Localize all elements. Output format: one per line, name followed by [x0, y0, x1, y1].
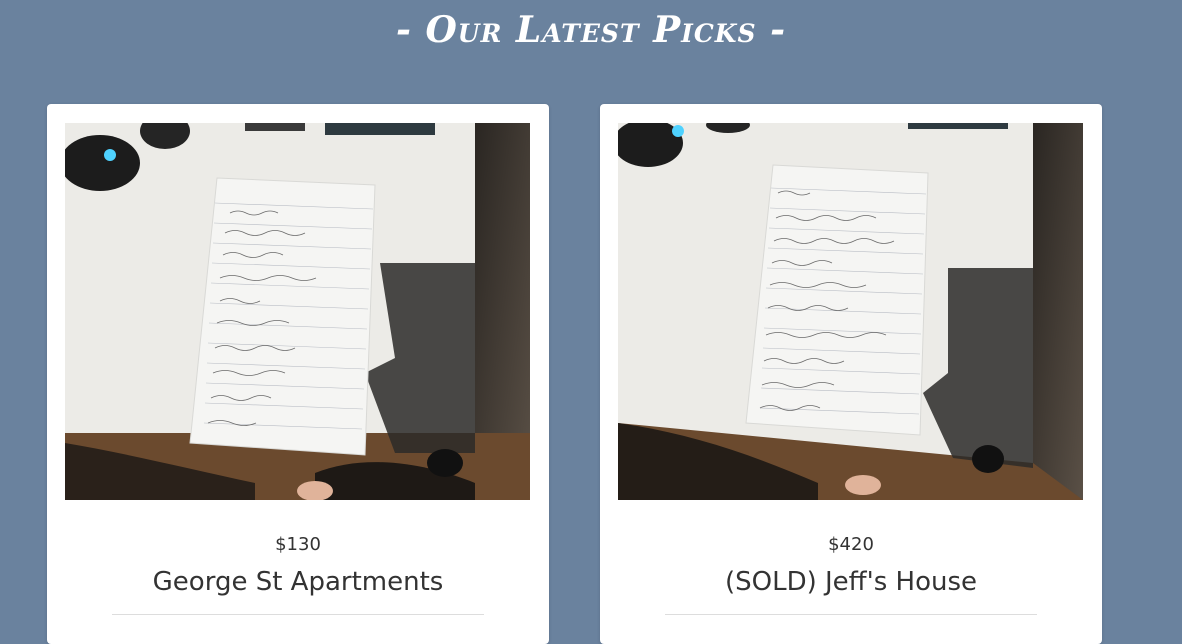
- listing-photo-image: [65, 123, 530, 500]
- listing-card-george-st: $130 George St Apartments: [47, 104, 549, 644]
- listing-price: $130: [275, 534, 321, 555]
- listing-name[interactable]: (SOLD) Jeff's House: [600, 564, 1102, 600]
- listing-photo[interactable]: [618, 123, 1083, 500]
- listing-photo[interactable]: [65, 123, 530, 500]
- divider: [112, 614, 484, 615]
- listing-card-jeffs-house: $420 (SOLD) Jeff's House: [600, 104, 1102, 644]
- listing-photo-image: [618, 123, 1083, 500]
- divider: [665, 614, 1037, 615]
- section-title: - Our Latest Picks -: [395, 9, 787, 51]
- listing-price: $420: [828, 534, 874, 555]
- listing-name[interactable]: George St Apartments: [47, 564, 549, 600]
